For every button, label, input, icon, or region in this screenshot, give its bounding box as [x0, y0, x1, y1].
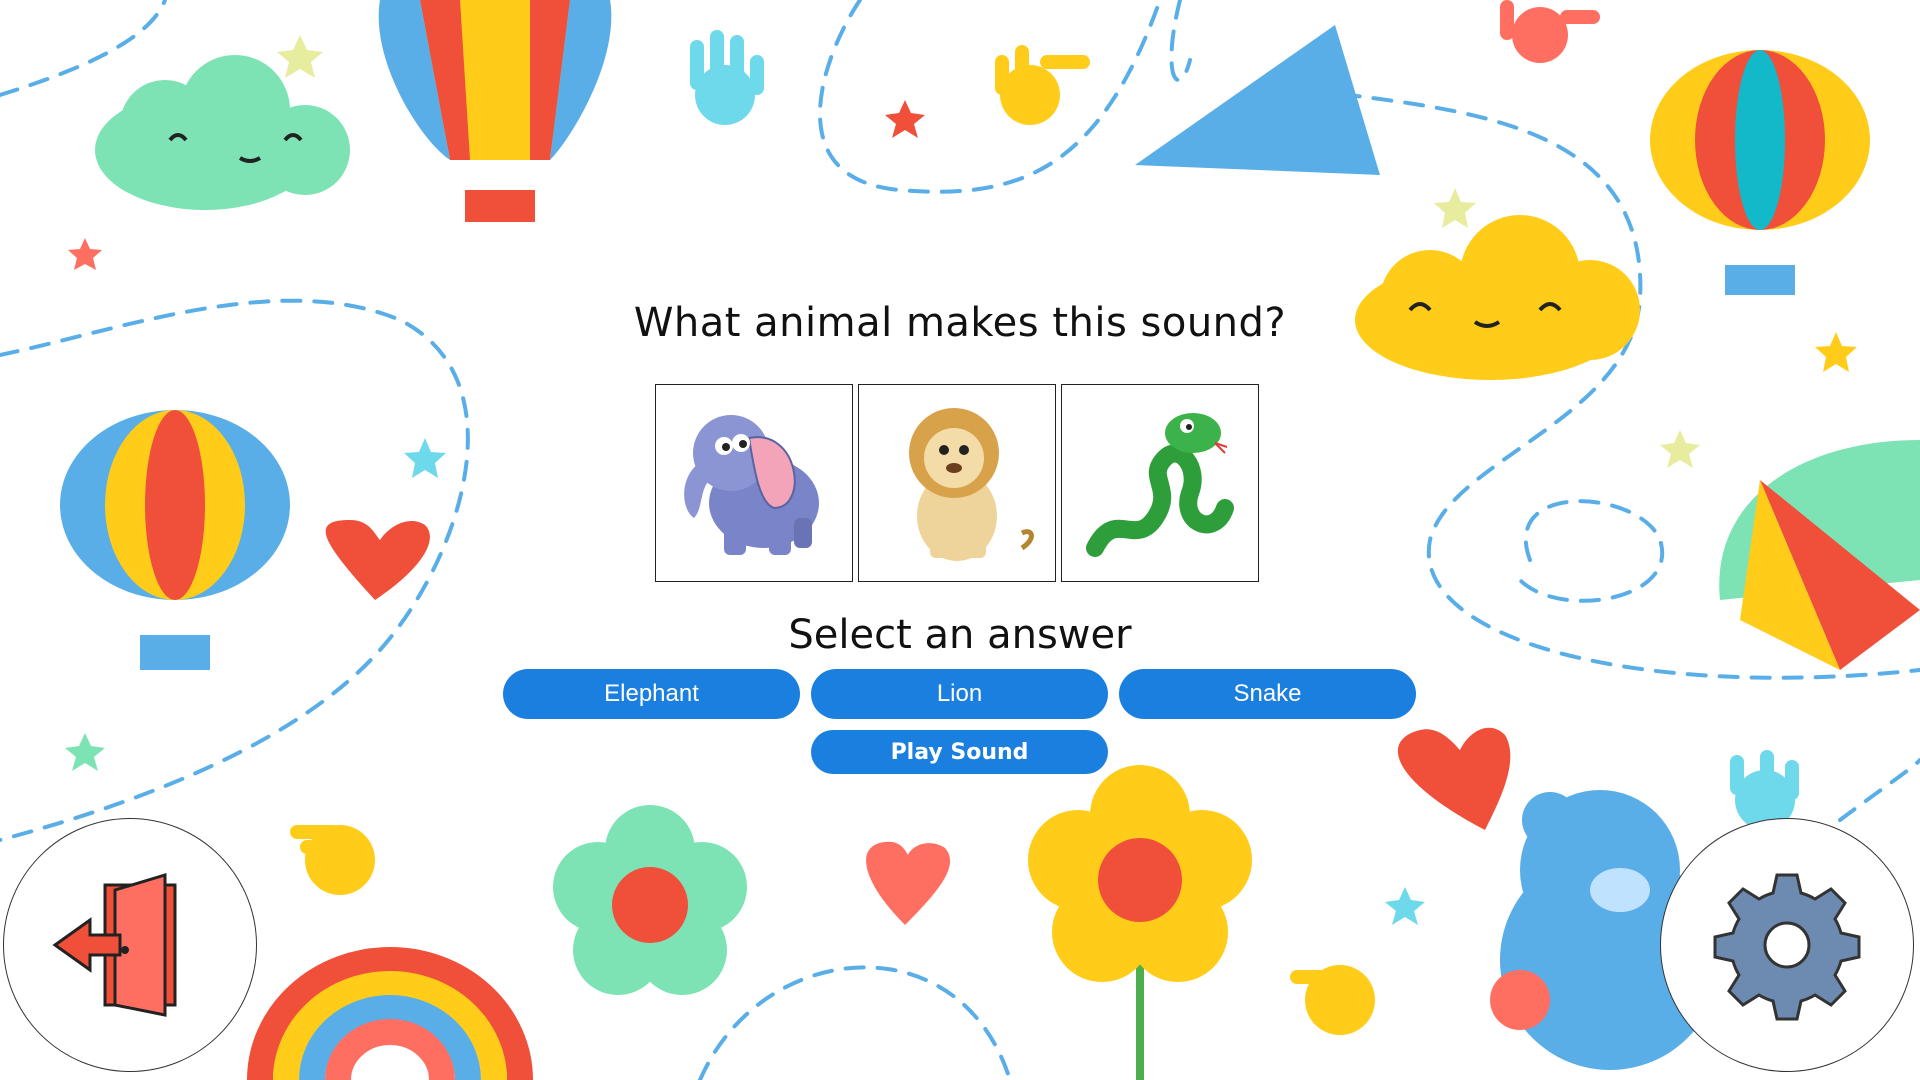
- card-lion[interactable]: [858, 384, 1056, 582]
- select-answer-label: Select an answer: [788, 612, 1132, 658]
- answer-lion-button[interactable]: Lion: [811, 669, 1108, 719]
- answer-snake-button[interactable]: Snake: [1119, 669, 1416, 719]
- rainbow: [247, 947, 533, 1080]
- exit-button[interactable]: [3, 818, 257, 1072]
- elephant-illustration: [684, 415, 819, 555]
- hot-air-balloon-right: [1650, 50, 1870, 295]
- answer-buttons: Elephant Lion Snake: [503, 669, 1416, 719]
- card-snake[interactable]: [1061, 384, 1259, 582]
- exit-door-icon: [52, 872, 177, 1017]
- question-title: What animal makes this sound?: [633, 300, 1287, 346]
- green-flower: [553, 805, 747, 995]
- lion-illustration: [909, 408, 1034, 561]
- gear-icon: [1713, 873, 1861, 1021]
- settings-button[interactable]: [1660, 818, 1914, 1072]
- yellow-cloud: [1355, 215, 1640, 380]
- heart-right: [1397, 727, 1511, 830]
- hot-air-balloon-top: [378, 0, 612, 222]
- card-elephant[interactable]: [655, 384, 853, 582]
- heart-left: [325, 520, 430, 600]
- answer-elephant-button[interactable]: Elephant: [503, 669, 800, 719]
- green-cloud: [95, 55, 350, 210]
- play-sound-button[interactable]: Play Sound: [811, 730, 1108, 774]
- yellow-flower: [1028, 765, 1252, 1080]
- heart-bottom: [866, 841, 951, 925]
- snake-illustration: [1086, 413, 1234, 557]
- animal-cards: [655, 384, 1259, 582]
